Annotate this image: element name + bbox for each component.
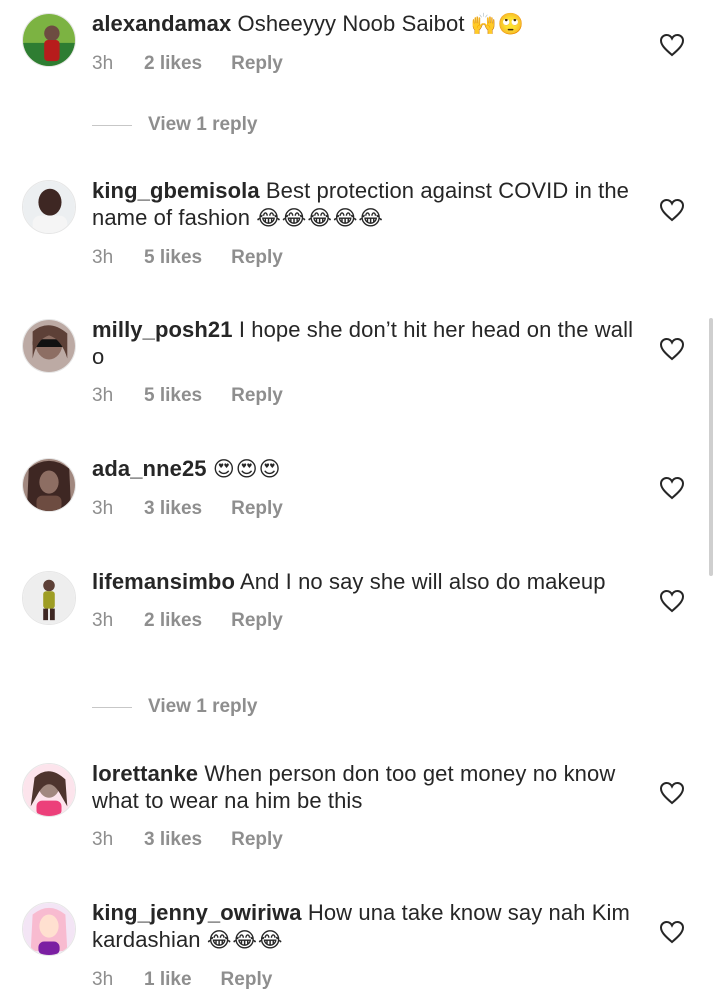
username[interactable]: king_gbemisola	[92, 178, 260, 203]
likes-count[interactable]: 2 likes	[144, 609, 202, 633]
comment-text: milly_posh21 I hope she don’t hit her he…	[92, 316, 642, 370]
avatar[interactable]	[22, 13, 76, 67]
comment-meta: 3h 5 likes Reply	[92, 246, 642, 270]
comment-meta: 3h 3 likes Reply	[92, 828, 642, 852]
comment-text: lorettanke When person don too get money…	[92, 760, 642, 814]
comment-meta: 3h 2 likes Reply	[92, 609, 642, 633]
reply-button[interactable]: Reply	[231, 52, 283, 76]
comment-time: 3h	[92, 53, 114, 74]
heart-outline-icon[interactable]	[659, 476, 685, 500]
comment-body: lorettanke When person don too get money…	[92, 760, 642, 852]
reply-button[interactable]: Reply	[231, 384, 283, 408]
avatar[interactable]	[22, 180, 76, 234]
username[interactable]: lorettanke	[92, 761, 198, 786]
username[interactable]: king_jenny_owiriwa	[92, 900, 302, 925]
comment-text: alexandamax Osheeyyy Noob Saibot 🙌🙄	[92, 10, 642, 38]
scrollbar[interactable]	[709, 318, 713, 576]
reply-button[interactable]: Reply	[231, 246, 283, 270]
comment-meta: 3h 5 likes Reply	[92, 384, 642, 408]
avatar[interactable]	[22, 319, 76, 373]
comment-meta: 3h 3 likes Reply	[92, 497, 642, 521]
reply-button[interactable]: Reply	[221, 968, 273, 992]
likes-count[interactable]: 1 like	[144, 968, 192, 992]
comment-body: milly_posh21 I hope she don’t hit her he…	[92, 316, 642, 408]
comment-text: ada_nne25 😍😍😍	[92, 455, 642, 483]
comment-body: ada_nne25 😍😍😍 3h 3 likes Reply	[92, 455, 642, 521]
comment-body: alexandamax Osheeyyy Noob Saibot 🙌🙄 3h 2…	[92, 10, 642, 76]
username[interactable]: lifemansimbo	[92, 569, 235, 594]
likes-count[interactable]: 5 likes	[144, 384, 202, 408]
comments-screen: alexandamax Osheeyyy Noob Saibot 🙌🙄 3h 2…	[0, 0, 720, 995]
view-replies-label: View 1 reply	[148, 696, 258, 717]
comment-emoji: 😂😂😂	[206, 928, 284, 952]
view-replies-button[interactable]: View 1 reply	[92, 696, 258, 718]
reply-button[interactable]: Reply	[231, 828, 283, 852]
reply-button[interactable]: Reply	[231, 609, 283, 633]
likes-count[interactable]: 2 likes	[144, 52, 202, 76]
comment-body: king_gbemisola Best protection against C…	[92, 177, 642, 270]
comment-emoji: 🙌🙄	[470, 12, 526, 36]
heart-outline-icon[interactable]	[659, 33, 685, 57]
comment-text: king_jenny_owiriwa How una take know say…	[92, 899, 642, 954]
view-replies-label: View 1 reply	[148, 114, 258, 135]
divider-line	[92, 706, 132, 708]
comment-text: lifemansimbo And I no say she will also …	[92, 568, 642, 595]
avatar[interactable]	[22, 458, 76, 512]
heart-outline-icon[interactable]	[659, 589, 685, 613]
reply-button[interactable]: Reply	[231, 497, 283, 521]
comment-time: 3h	[92, 385, 114, 406]
comment-text: king_gbemisola Best protection against C…	[92, 177, 642, 232]
username[interactable]: ada_nne25	[92, 456, 207, 481]
heart-outline-icon[interactable]	[659, 337, 685, 361]
likes-count[interactable]: 3 likes	[144, 828, 202, 852]
comment-time: 3h	[92, 610, 114, 631]
avatar[interactable]	[22, 763, 76, 817]
comment-time: 3h	[92, 247, 114, 268]
comment-message: Osheeyyy Noob Saibot	[237, 11, 465, 36]
comment-time: 3h	[92, 498, 114, 519]
heart-outline-icon[interactable]	[659, 781, 685, 805]
comment-time: 3h	[92, 969, 114, 990]
comment-meta: 3h 2 likes Reply	[92, 52, 642, 76]
username[interactable]: milly_posh21	[92, 317, 233, 342]
view-replies-button[interactable]: View 1 reply	[92, 114, 258, 136]
comment-time: 3h	[92, 829, 114, 850]
heart-outline-icon[interactable]	[659, 920, 685, 944]
username[interactable]: alexandamax	[92, 11, 231, 36]
avatar[interactable]	[22, 571, 76, 625]
comment-message: And I no say she will also do makeup	[240, 569, 606, 594]
comment-emoji: 😍😍😍	[212, 457, 282, 481]
avatar[interactable]	[22, 902, 76, 956]
heart-outline-icon[interactable]	[659, 198, 685, 222]
divider-line	[92, 124, 132, 126]
likes-count[interactable]: 3 likes	[144, 497, 202, 521]
comment-emoji: 😂😂😂😂😂	[256, 206, 384, 230]
comment-meta: 3h 1 like Reply	[92, 968, 642, 992]
comment-body: king_jenny_owiriwa How una take know say…	[92, 899, 642, 992]
likes-count[interactable]: 5 likes	[144, 246, 202, 270]
comment-body: lifemansimbo And I no say she will also …	[92, 568, 642, 633]
